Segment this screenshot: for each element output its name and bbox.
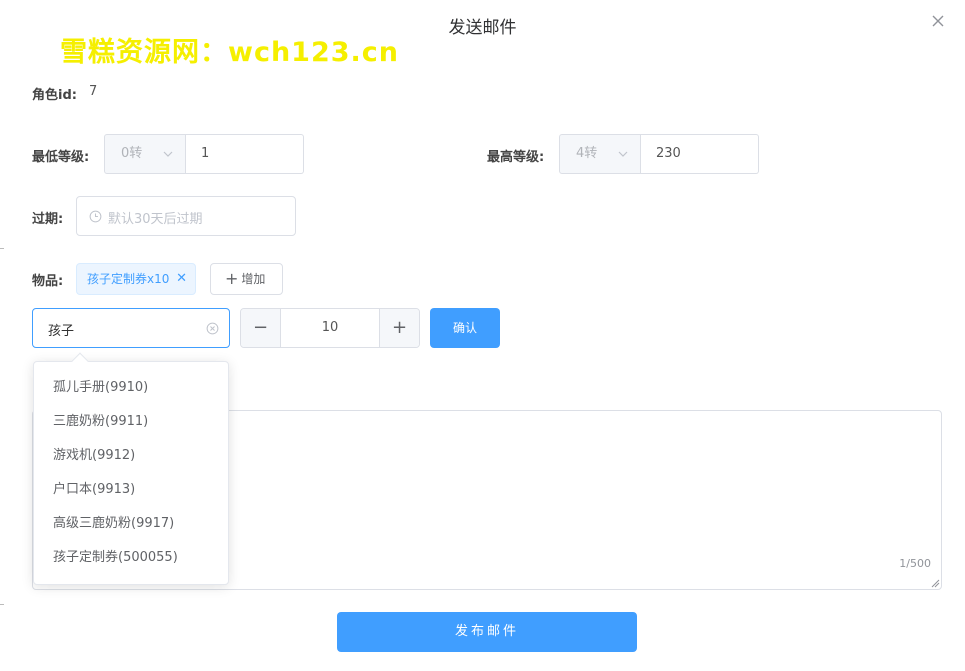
dropdown-option[interactable]: 户口本(9913) [34,473,228,507]
quantity-input[interactable]: 10 [281,309,379,347]
max-level-label: 最高等级: [487,150,545,165]
close-icon[interactable]: ✕ [176,264,187,294]
dropdown-option[interactable]: 孩子定制券(500055) [34,541,228,575]
edge-divider [0,604,4,605]
role-id-value: 7 [89,84,98,99]
close-icon[interactable] [929,12,947,30]
edge-divider [0,248,4,249]
clock-icon [89,210,102,223]
quantity-stepper: − 10 + [240,308,420,348]
add-item-label: 增加 [241,272,266,286]
items-label: 物品: [32,274,64,289]
plus-icon: + [225,269,239,288]
send-mail-dialog: 发送邮件 雪糕资源网：wch123.cn 角色id: 7 最低等级: 0转 1 … [0,0,965,671]
chevron-down-icon [163,151,173,157]
item-search-input[interactable]: 孩子 [32,308,230,348]
expire-placeholder: 默认30天后过期 [108,212,203,227]
increase-button[interactable]: + [379,309,419,347]
dropdown-option[interactable]: 高级三鹿奶粉(9917) [34,507,228,541]
expire-label: 过期: [32,212,64,227]
role-id-label: 角色id: [32,88,77,103]
resize-handle-icon[interactable] [930,578,940,588]
add-item-button[interactable]: + 增加 [210,263,283,295]
item-tag: 孩子定制券x10 ✕ [76,263,196,295]
item-suggestion-dropdown: 孤儿手册(9910) 三鹿奶粉(9911) 游戏机(9912) 户口本(9913… [33,352,229,585]
min-level-input[interactable]: 1 [186,134,304,174]
expire-date-input[interactable]: 默认30天后过期 [76,196,296,236]
dropdown-option[interactable]: 游戏机(9912) [34,439,228,473]
decrease-button[interactable]: − [241,309,281,347]
dropdown-option[interactable]: 孤儿手册(9910) [34,371,228,405]
item-search-value: 孩子 [48,324,75,339]
confirm-button[interactable]: 确认 [430,308,500,348]
min-rebirth-select[interactable]: 0转 [104,134,186,174]
chevron-down-icon [618,151,628,157]
dropdown-caret [71,352,89,370]
char-counter: 1/500 [899,557,931,570]
max-rebirth-select[interactable]: 4转 [559,134,641,174]
max-level-input[interactable]: 230 [641,134,759,174]
clear-circle-icon[interactable] [206,322,219,335]
item-tag-label: 孩子定制券x10 [87,272,170,286]
min-level-label: 最低等级: [32,150,90,165]
max-rebirth-value: 4转 [576,146,598,161]
watermark-text: 雪糕资源网：wch123.cn [60,37,400,68]
min-rebirth-value: 0转 [121,146,143,161]
publish-mail-button[interactable]: 发布邮件 [337,612,637,652]
dropdown-option[interactable]: 三鹿奶粉(9911) [34,405,228,439]
